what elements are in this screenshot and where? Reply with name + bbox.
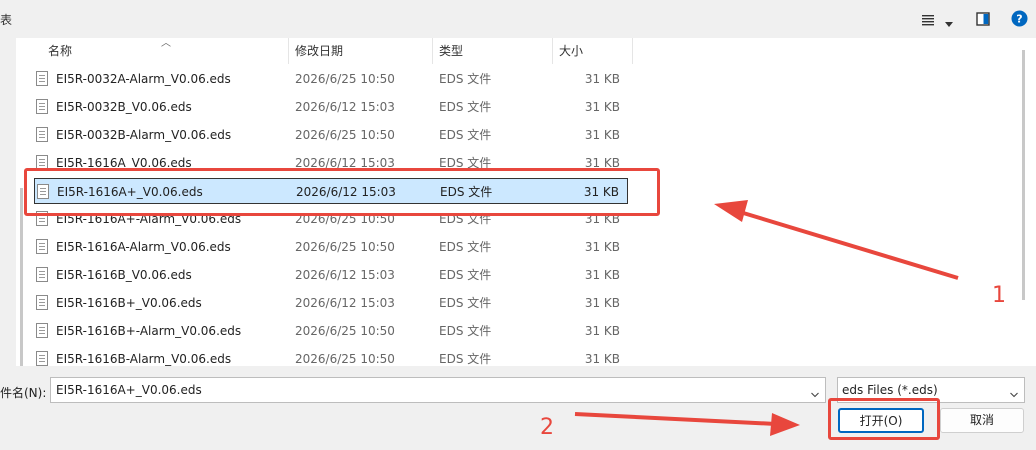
file-icon — [36, 351, 48, 366]
file-name: EI5R-1616A+_V0.06.eds — [57, 185, 203, 199]
file-name: EI5R-1616A+-Alarm_V0.06.eds — [56, 212, 242, 226]
file-date: 2026/6/12 15:03 — [295, 156, 395, 170]
file-icon — [36, 239, 48, 254]
filename-input[interactable]: EI5R-1616A+_V0.06.eds — [50, 377, 826, 403]
file-date: 2026/6/25 10:50 — [295, 324, 395, 338]
file-row[interactable]: EI5R-1616A-Alarm_V0.06.eds 2026/6/25 10:5… — [34, 234, 628, 260]
file-size: 31 KB — [584, 100, 620, 114]
file-row[interactable]: EI5R-0032A-Alarm_V0.06.eds 2026/6/25 10:5… — [34, 66, 628, 92]
file-icon — [36, 323, 48, 338]
file-type: EDS 文件 — [439, 268, 492, 282]
file-size: 31 KB — [584, 128, 620, 142]
filetype-select[interactable]: eds Files (*.eds) — [837, 377, 1025, 403]
file-name: EI5R-1616B+_V0.06.eds — [56, 296, 202, 310]
left-scrollbar[interactable] — [20, 188, 23, 366]
file-row[interactable]: EI5R-1616A+_V0.06.eds 2026/6/12 15:03 EDS … — [34, 178, 628, 204]
window-title-fragment: 表 — [0, 13, 13, 27]
column-divider[interactable] — [552, 38, 553, 64]
file-date: 2026/6/25 10:50 — [295, 212, 395, 226]
file-type: EDS 文件 — [439, 240, 492, 254]
help-icon[interactable]: ? — [1011, 10, 1028, 31]
file-row[interactable]: EI5R-1616B_V0.06.eds 2026/6/12 15:03 EDS 文… — [34, 262, 628, 288]
file-type: EDS 文件 — [439, 352, 492, 366]
file-date: 2026/6/12 15:03 — [296, 185, 396, 199]
file-name: EI5R-1616B_V0.06.eds — [56, 268, 192, 282]
filename-label: 件名(N): — [0, 386, 47, 400]
file-size: 31 KB — [584, 240, 620, 254]
file-list-panel: ︿ 名称 修改日期 类型 大小 EI5R-0032A-Alarm_V0.06.e… — [16, 38, 1036, 366]
file-type: EDS 文件 — [439, 100, 492, 114]
file-type: EDS 文件 — [439, 72, 492, 86]
file-row[interactable]: EI5R-0032B_V0.06.eds 2026/6/12 15:03 EDS 文… — [34, 94, 628, 120]
file-type: EDS 文件 — [439, 128, 492, 142]
file-date: 2026/6/25 10:50 — [295, 128, 395, 142]
file-icon — [36, 295, 48, 310]
file-size: 31 KB — [584, 268, 620, 282]
file-date: 2026/6/25 10:50 — [295, 72, 395, 86]
annotation-step-2: 2 — [540, 415, 554, 440]
file-name: EI5R-0032B-Alarm_V0.06.eds — [56, 128, 232, 142]
filename-value[interactable]: EI5R-1616A+_V0.06.eds — [56, 378, 202, 402]
open-button[interactable]: 打开(O) — [838, 408, 924, 433]
chevron-down-icon[interactable] — [811, 384, 819, 398]
svg-text:?: ? — [1016, 13, 1022, 26]
toolbar: 表 ? — [0, 0, 1036, 38]
file-name: EI5R-1616B-Alarm_V0.06.eds — [56, 352, 232, 366]
column-size[interactable]: 大小 — [559, 38, 583, 64]
file-row[interactable]: EI5R-0032B-Alarm_V0.06.eds 2026/6/25 10:5… — [34, 122, 628, 148]
file-date: 2026/6/25 10:50 — [295, 352, 395, 366]
file-size: 31 KB — [584, 212, 620, 226]
preview-pane-icon[interactable] — [976, 11, 990, 30]
file-icon — [37, 184, 49, 199]
file-size: 31 KB — [584, 296, 620, 310]
file-date: 2026/6/12 15:03 — [295, 296, 395, 310]
column-type[interactable]: 类型 — [439, 38, 463, 64]
file-size: 31 KB — [584, 72, 620, 86]
file-row[interactable]: EI5R-1616B+_V0.06.eds 2026/6/12 15:03 EDS … — [34, 290, 628, 316]
column-divider[interactable] — [288, 38, 289, 64]
file-name: EI5R-0032B_V0.06.eds — [56, 100, 192, 114]
column-header: ︿ 名称 修改日期 类型 大小 — [16, 38, 1036, 64]
file-type: EDS 文件 — [440, 185, 493, 199]
file-icon — [36, 211, 48, 226]
file-row[interactable]: EI5R-1616A_V0.06.eds 2026/6/12 15:03 EDS 文… — [34, 150, 628, 176]
filetype-value[interactable]: eds Files (*.eds) — [842, 378, 938, 402]
file-row[interactable]: EI5R-1616B-Alarm_V0.06.eds 2026/6/25 10:5… — [34, 346, 628, 366]
file-type: EDS 文件 — [439, 296, 492, 310]
column-name[interactable]: 名称 — [48, 38, 72, 64]
chevron-down-icon[interactable] — [1010, 384, 1018, 398]
file-date: 2026/6/12 15:03 — [295, 100, 395, 114]
sort-ascending-icon: ︿ — [161, 38, 171, 49]
column-date[interactable]: 修改日期 — [295, 38, 343, 64]
file-size: 31 KB — [584, 324, 620, 338]
view-options-dropdown-icon[interactable] — [944, 14, 954, 33]
right-scrollbar[interactable] — [1018, 50, 1032, 310]
file-icon — [36, 71, 48, 86]
file-type: EDS 文件 — [439, 156, 492, 170]
file-icon — [36, 127, 48, 142]
file-row[interactable]: EI5R-1616B+-Alarm_V0.06.eds 2026/6/25 10:… — [34, 318, 628, 344]
file-size: 31 KB — [584, 352, 620, 366]
column-divider[interactable] — [632, 38, 633, 64]
file-name: EI5R-1616A-Alarm_V0.06.eds — [56, 240, 231, 254]
file-icon — [36, 267, 48, 282]
file-size: 31 KB — [584, 156, 620, 170]
file-size: 31 KB — [583, 185, 619, 199]
list-view-icon[interactable] — [921, 11, 935, 30]
file-type: EDS 文件 — [439, 324, 492, 338]
annotation-arrowhead — [770, 413, 800, 436]
file-name: EI5R-1616A_V0.06.eds — [56, 156, 192, 170]
file-date: 2026/6/12 15:03 — [295, 268, 395, 282]
file-name: EI5R-0032A-Alarm_V0.06.eds — [56, 72, 231, 86]
file-icon — [36, 155, 48, 170]
file-date: 2026/6/25 10:50 — [295, 240, 395, 254]
file-name: EI5R-1616B+-Alarm_V0.06.eds — [56, 324, 242, 338]
column-divider[interactable] — [432, 38, 433, 64]
file-icon — [36, 99, 48, 114]
file-row[interactable]: EI5R-1616A+-Alarm_V0.06.eds 2026/6/25 10:… — [34, 206, 628, 232]
cancel-button[interactable]: 取消 — [940, 408, 1024, 433]
file-type: EDS 文件 — [439, 212, 492, 226]
